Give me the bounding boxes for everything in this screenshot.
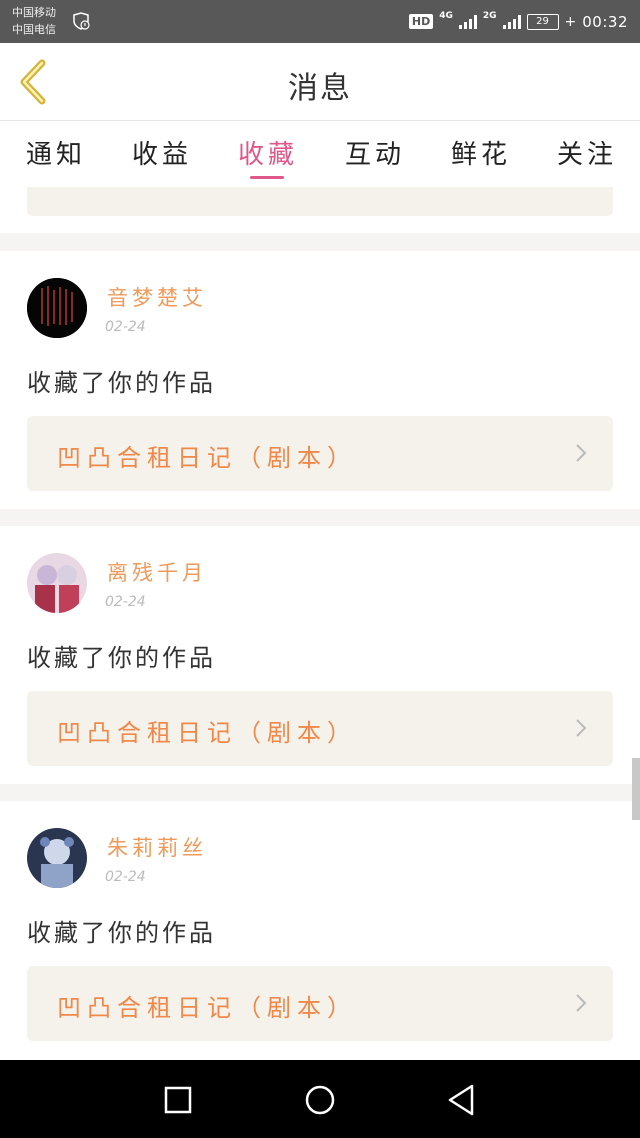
carrier-2: 中国电信: [12, 23, 56, 36]
battery-level: 29: [536, 15, 549, 27]
tab-flowers[interactable]: 鲜花: [451, 134, 511, 171]
recent-apps-button[interactable]: [158, 1080, 198, 1120]
tab-favorites[interactable]: 收藏: [238, 134, 298, 171]
user-name[interactable]: 音梦楚艾: [107, 282, 207, 312]
page-title: 消息: [288, 71, 352, 106]
work-link[interactable]: [27, 187, 613, 216]
status-bar: 中国移动 中国电信 HD 4G 2G 29 + 00:32: [0, 0, 640, 43]
user-name[interactable]: 朱莉莉丝: [107, 832, 207, 862]
work-link[interactable]: 凹凸合租日记（剧本）: [27, 966, 613, 1041]
battery-icon: 29: [526, 13, 559, 30]
tab-follows[interactable]: 关注: [557, 134, 617, 171]
chevron-right-icon: [576, 444, 587, 462]
carrier-info: 中国移动 中国电信: [12, 4, 56, 38]
work-title: 凹凸合租日记（剧本）: [57, 719, 357, 747]
clock: 00:32: [582, 12, 628, 31]
shield-check-icon: [73, 12, 90, 30]
charging-icon: +: [564, 13, 577, 30]
date: 02-24: [105, 319, 146, 335]
network-4g: 4G: [439, 10, 453, 21]
system-nav-bar: [0, 1060, 640, 1138]
chevron-right-icon: [576, 719, 587, 737]
tab-bar: 通知 收益 收藏 互动 鲜花 关注: [0, 121, 640, 187]
chevron-right-icon: [575, 187, 587, 188]
avatar[interactable]: [27, 553, 87, 613]
work-title: 凹凸合租日记（剧本）: [57, 444, 357, 472]
home-button[interactable]: [300, 1080, 340, 1120]
active-tab-indicator: [250, 176, 284, 179]
action-text: 收藏了你的作品: [27, 369, 216, 397]
back-nav-button[interactable]: [442, 1080, 482, 1120]
list-item[interactable]: 朱莉莉丝 02-24 收藏了你的作品 凹凸合租日记（剧本）: [0, 801, 640, 1060]
avatar-image: [27, 553, 87, 613]
avatar[interactable]: [27, 828, 87, 888]
avatar-image: [27, 278, 87, 338]
date: 02-24: [105, 869, 146, 885]
scrollbar[interactable]: [632, 758, 640, 820]
carrier-1: 中国移动: [12, 6, 56, 19]
action-text: 收藏了你的作品: [27, 919, 216, 947]
tab-notifications[interactable]: 通知: [26, 134, 86, 171]
network-2g: 2G: [482, 10, 497, 21]
header: 消息: [0, 43, 640, 121]
list-item[interactable]: 离残千月 02-24 收藏了你的作品 凹凸合租日记（剧本）: [0, 526, 640, 784]
signal-icon: [502, 14, 521, 29]
tab-earnings[interactable]: 收益: [132, 134, 192, 171]
date: 02-24: [105, 594, 146, 610]
message-list[interactable]: 音梦楚艾 02-24 收藏了你的作品 凹凸合租日记（剧本） 离残千月 02-24…: [0, 187, 640, 1060]
action-text: 收藏了你的作品: [27, 644, 216, 672]
hd-badge: HD: [408, 14, 434, 29]
work-title: 凹凸合租日记（剧本）: [57, 994, 357, 1022]
signal-icon: [458, 14, 477, 29]
work-link[interactable]: 凹凸合租日记（剧本）: [27, 416, 613, 491]
avatar-image: [27, 828, 87, 888]
avatar[interactable]: [27, 278, 87, 338]
tab-interactions[interactable]: 互动: [345, 134, 405, 171]
chevron-right-icon: [576, 994, 587, 1012]
work-link[interactable]: 凹凸合租日记（剧本）: [27, 691, 613, 766]
user-name[interactable]: 离残千月: [107, 557, 207, 587]
list-item[interactable]: 音梦楚艾 02-24 收藏了你的作品 凹凸合租日记（剧本）: [0, 251, 640, 509]
list-item[interactable]: [0, 187, 640, 233]
